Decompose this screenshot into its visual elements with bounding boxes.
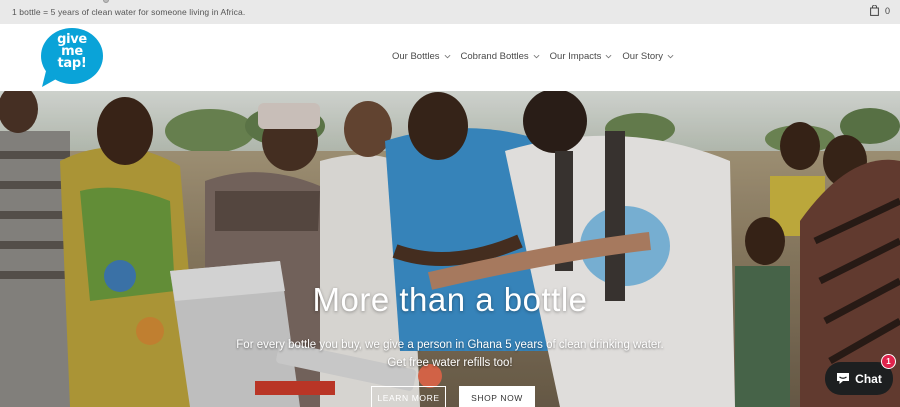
promo-text: 1 bottle = 5 years of clean water for so…	[12, 7, 246, 17]
shopping-bag-icon	[870, 5, 879, 16]
learn-more-button[interactable]: LEARN MORE	[371, 386, 446, 407]
site-header: give me tap! Our Bottles Cobrand Bottles…	[0, 24, 900, 91]
nav-our-impacts[interactable]: Our Impacts	[550, 51, 613, 62]
hero-banner: More than a bottle For every bottle you …	[0, 91, 900, 407]
announcement-bar: 1 bottle = 5 years of clean water for so…	[0, 0, 900, 24]
hero-subtitle-line-2: Get free water refills too!	[387, 357, 513, 369]
chat-notification-badge: 1	[881, 354, 896, 369]
logo-line-3: tap!	[57, 56, 87, 71]
nav-our-bottles[interactable]: Our Bottles	[392, 51, 451, 62]
shop-now-button[interactable]: SHOP NOW	[459, 386, 535, 407]
cart-button[interactable]: 0	[870, 5, 890, 16]
nav-label: Our Story	[622, 51, 664, 62]
nav-label: Our Impacts	[549, 51, 602, 62]
nav-label: Cobrand Bottles	[460, 51, 529, 62]
logo-text: give me tap!	[40, 33, 104, 71]
chevron-down-icon	[533, 54, 540, 59]
chat-label: Chat	[855, 371, 882, 386]
chat-bubble-icon	[837, 373, 850, 384]
cursor-dot	[103, 0, 109, 3]
cart-count: 0	[884, 5, 890, 16]
nav-cobrand-bottles[interactable]: Cobrand Bottles	[461, 51, 540, 62]
main-nav: Our Bottles Cobrand Bottles Our Impacts …	[392, 51, 674, 62]
chevron-down-icon	[605, 54, 612, 59]
brand-logo[interactable]: give me tap!	[40, 27, 104, 88]
hero-title: More than a bottle	[312, 281, 588, 318]
chevron-down-icon	[444, 54, 450, 59]
nav-label: Our Bottles	[392, 51, 440, 62]
nav-our-story[interactable]: Our Story	[622, 51, 674, 62]
chevron-down-icon	[667, 54, 674, 59]
hero-subtitle-line-1: For every bottle you buy, we give a pers…	[236, 339, 664, 351]
